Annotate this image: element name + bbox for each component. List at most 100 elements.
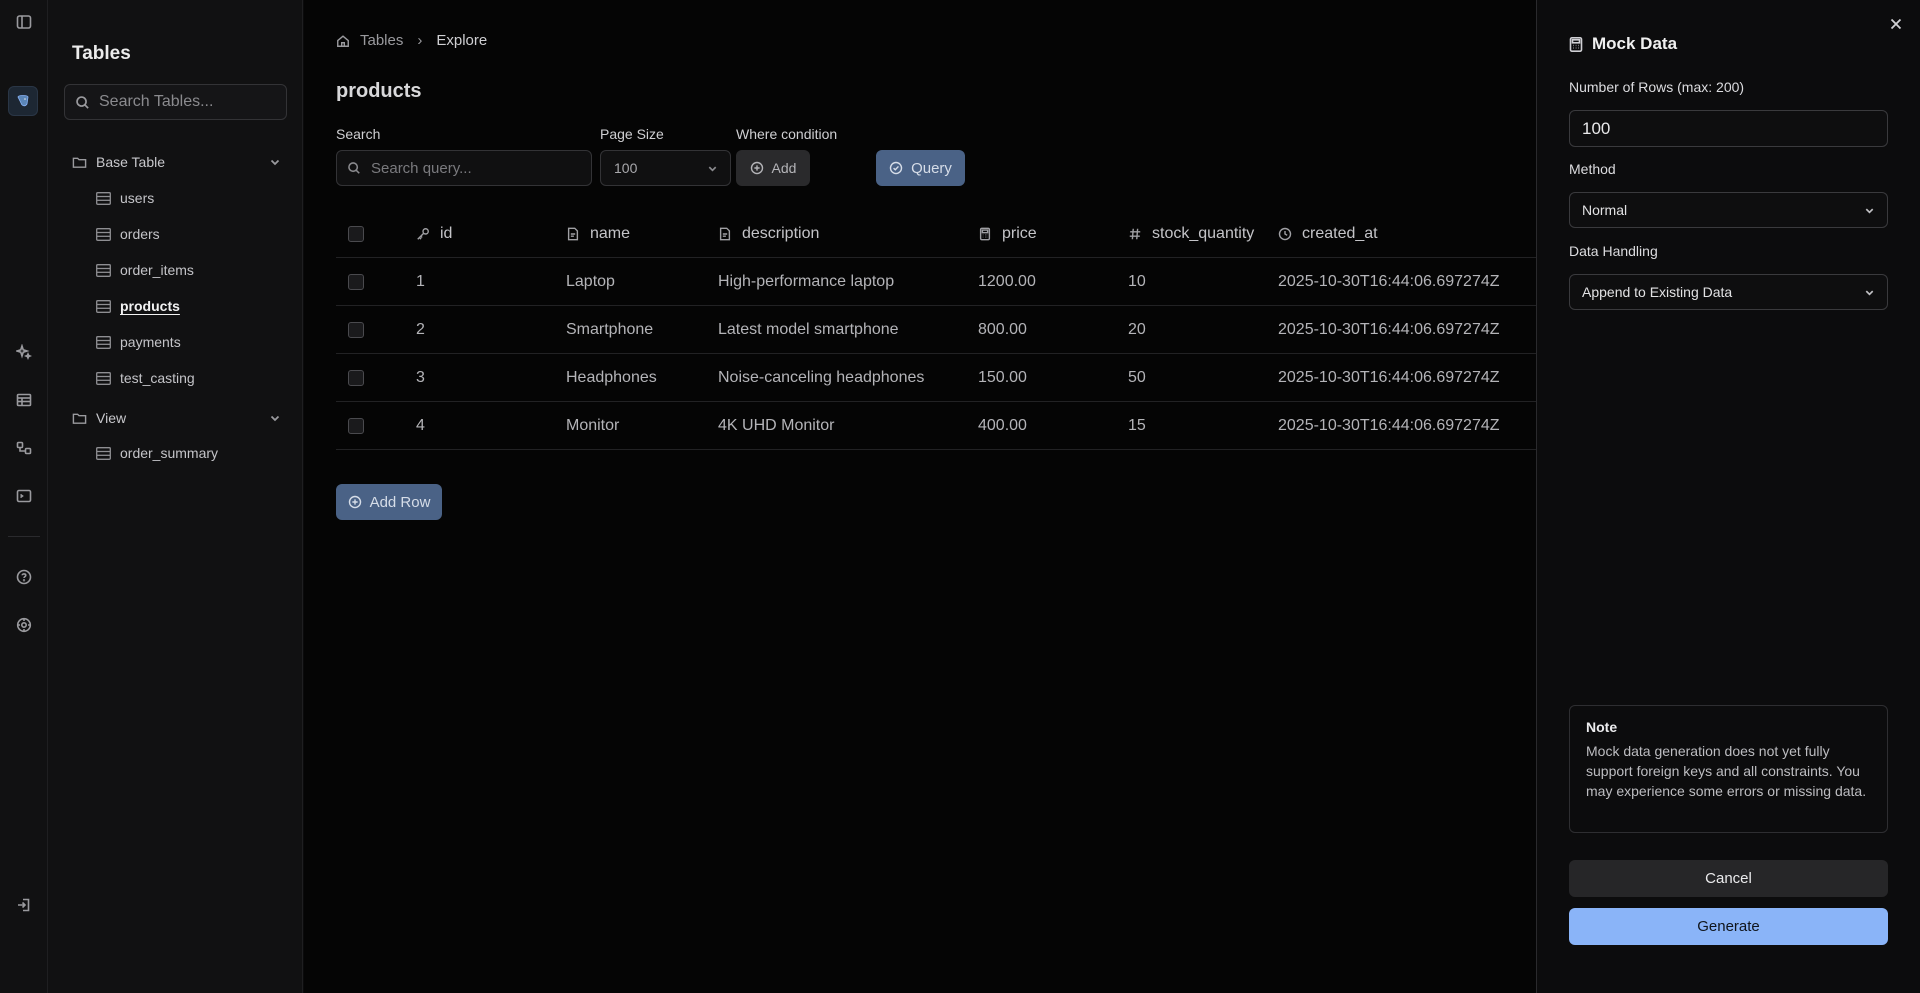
column-header-label: name — [590, 225, 631, 242]
data-handling-select[interactable]: Append to Existing Data — [1569, 274, 1888, 310]
table-row[interactable]: 4 Monitor 4K UHD Monitor 400.00 15 2025-… — [336, 402, 1536, 450]
row-checkbox[interactable] — [348, 274, 364, 290]
row-checkbox[interactable] — [348, 370, 364, 386]
page-size-select[interactable]: 100 — [600, 150, 731, 186]
breadcrumb-root[interactable]: Tables — [360, 32, 403, 49]
table-row[interactable]: 1 Laptop High-performance laptop 1200.00… — [336, 258, 1536, 306]
cell-description[interactable]: High-performance laptop — [718, 258, 894, 306]
row-checkbox-cell[interactable] — [348, 354, 364, 402]
calculator-icon — [1569, 36, 1583, 52]
cell-created-at[interactable]: 2025-10-30T16:44:06.697274Z — [1278, 258, 1500, 306]
note-body: Mock data generation does not yet fully … — [1586, 743, 1867, 799]
cell-created-at[interactable]: 2025-10-30T16:44:06.697274Z — [1278, 354, 1500, 402]
rows-input[interactable] — [1569, 110, 1888, 147]
column-header-id[interactable]: id — [416, 210, 452, 258]
sidebar-item-order-summary[interactable]: order_summary — [96, 441, 218, 465]
group-base-table[interactable]: Base Table — [72, 149, 287, 175]
sidebar-item-products[interactable]: products — [96, 294, 180, 318]
row-checkbox-cell[interactable] — [348, 306, 364, 354]
cell-stock-quantity[interactable]: 50 — [1128, 354, 1146, 402]
logout-icon[interactable] — [10, 891, 38, 919]
table-icon — [96, 446, 111, 460]
cancel-button[interactable]: Cancel — [1569, 860, 1888, 897]
cell-price[interactable]: 400.00 — [978, 402, 1027, 450]
cell-name[interactable]: Smartphone — [566, 306, 653, 354]
sidebar-toggle-icon[interactable] — [10, 8, 38, 36]
select-all-checkbox[interactable] — [348, 226, 364, 242]
note-title: Note — [1586, 719, 1618, 735]
cell-name[interactable]: Laptop — [566, 258, 615, 306]
column-header-name[interactable]: name — [566, 210, 630, 258]
table-row[interactable]: 2 Smartphone Latest model smartphone 800… — [336, 306, 1536, 354]
data-handling-label: Data Handling — [1569, 243, 1658, 259]
cell-created-at[interactable]: 2025-10-30T16:44:06.697274Z — [1278, 306, 1500, 354]
icon-rail — [0, 0, 48, 993]
sidebar-item-label: products — [120, 298, 180, 314]
page-size-label: Page Size — [600, 126, 664, 142]
tables-sidebar: Tables Base Table users orders order_ite… — [48, 0, 303, 993]
row-checkbox[interactable] — [348, 418, 364, 434]
row-checkbox[interactable] — [348, 322, 364, 338]
row-checkbox-cell[interactable] — [348, 402, 364, 450]
clock-icon — [1278, 227, 1292, 241]
sidebar-item-test-casting[interactable]: test_casting — [96, 366, 195, 390]
close-icon[interactable] — [1886, 14, 1906, 34]
schema-icon[interactable] — [10, 434, 38, 462]
method-select[interactable]: Normal — [1569, 192, 1888, 228]
select-all-checkbox-cell[interactable] — [348, 210, 364, 258]
column-header-stock-quantity[interactable]: stock_quantity — [1128, 210, 1254, 258]
table-row[interactable]: 3 Headphones Noise-canceling headphones … — [336, 354, 1536, 402]
database-logo-icon[interactable] — [8, 86, 38, 116]
sidebar-item-orders[interactable]: orders — [96, 222, 160, 246]
terminal-icon[interactable] — [10, 482, 38, 510]
cell-id[interactable]: 3 — [416, 354, 425, 402]
check-circle-icon — [889, 161, 903, 175]
cell-id[interactable]: 2 — [416, 306, 425, 354]
sidebar-search-input[interactable] — [99, 93, 279, 111]
cell-price[interactable]: 1200.00 — [978, 258, 1036, 306]
cell-description[interactable]: Noise-canceling headphones — [718, 354, 924, 402]
cell-description[interactable]: Latest model smartphone — [718, 306, 899, 354]
column-header-price[interactable]: price — [978, 210, 1037, 258]
sidebar-search[interactable] — [64, 84, 287, 120]
column-header-created-at[interactable]: created_at — [1278, 210, 1378, 258]
tables-icon[interactable] — [10, 386, 38, 414]
column-header-description[interactable]: description — [718, 210, 819, 258]
settings-icon[interactable] — [10, 611, 38, 639]
chevron-down-icon — [1865, 208, 1874, 214]
cell-price[interactable]: 800.00 — [978, 306, 1027, 354]
cell-stock-quantity[interactable]: 20 — [1128, 306, 1146, 354]
generate-button[interactable]: Generate — [1569, 908, 1888, 945]
breadcrumb-current: Explore — [436, 32, 488, 49]
query-button[interactable]: Query — [876, 150, 965, 186]
cell-created-at[interactable]: 2025-10-30T16:44:06.697274Z — [1278, 402, 1500, 450]
drawer-title-text: Mock Data — [1592, 34, 1678, 53]
cell-price[interactable]: 150.00 — [978, 354, 1027, 402]
sidebar-item-users[interactable]: users — [96, 186, 154, 210]
cell-stock-quantity[interactable]: 10 — [1128, 258, 1146, 306]
sidebar-item-order-items[interactable]: order_items — [96, 258, 194, 282]
method-value: Normal — [1582, 202, 1628, 218]
help-icon[interactable] — [10, 563, 38, 591]
chevron-down-icon[interactable] — [269, 412, 281, 424]
home-icon[interactable] — [336, 34, 350, 48]
add-row-button[interactable]: Add Row — [336, 484, 442, 520]
mock-data-drawer: Mock Data Number of Rows (max: 200) Meth… — [1536, 0, 1920, 993]
cell-description[interactable]: 4K UHD Monitor — [718, 402, 834, 450]
sidebar-item-payments[interactable]: payments — [96, 330, 181, 354]
chevron-down-icon[interactable] — [269, 156, 281, 168]
cell-id[interactable]: 1 — [416, 258, 425, 306]
row-checkbox-cell[interactable] — [348, 258, 364, 306]
group-label: Base Table — [96, 154, 166, 170]
chevron-down-icon — [708, 166, 717, 172]
add-condition-button[interactable]: Add — [736, 150, 810, 186]
table-icon — [96, 263, 111, 277]
cell-id[interactable]: 4 — [416, 402, 425, 450]
cell-name[interactable]: Headphones — [566, 354, 657, 402]
cell-name[interactable]: Monitor — [566, 402, 619, 450]
cell-stock-quantity[interactable]: 15 — [1128, 402, 1146, 450]
query-search-input[interactable] — [371, 159, 581, 177]
ai-sparkle-icon[interactable] — [10, 338, 38, 366]
group-view[interactable]: View — [72, 405, 287, 431]
query-search[interactable] — [336, 150, 592, 186]
